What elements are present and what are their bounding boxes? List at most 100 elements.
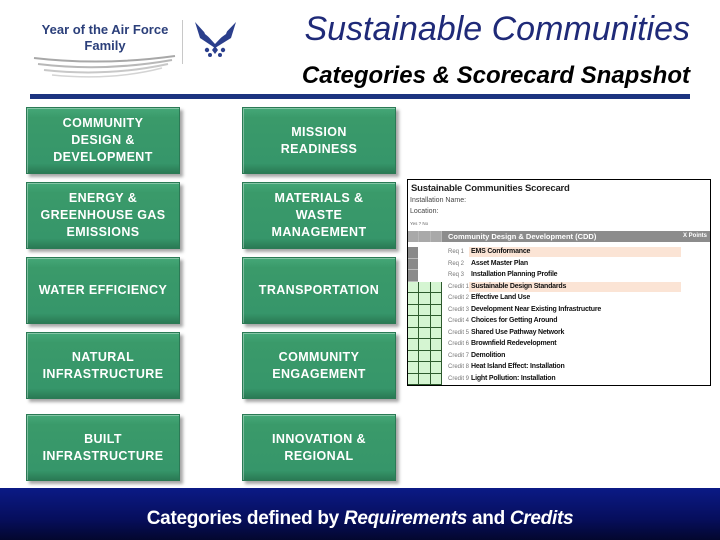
scorecard-row: Credit 1 Sustainable Design Standards (408, 281, 710, 293)
scorecard-row: Credit 3 Development Near Existing Infras… (408, 304, 710, 316)
row-name: Sustainable Design Standards (471, 282, 567, 290)
scorecard-snapshot: Sustainable Communities Scorecard Instal… (407, 179, 711, 386)
category-community-design: COMMUNITY DESIGN & DEVELOPMENT (26, 107, 180, 174)
row-name: Asset Master Plan (471, 259, 528, 267)
row-code: Credit 9 (448, 375, 470, 382)
category-innovation-regional: INNOVATION & REGIONAL (242, 414, 396, 481)
no-cell (430, 281, 442, 293)
no-cell (430, 339, 442, 351)
maybe-cell (419, 327, 431, 339)
requirement-cell (408, 270, 418, 282)
row-code: Credit 8 (448, 364, 470, 370)
row-name: Shared Use Pathway Network (471, 328, 565, 336)
credit-cells (408, 316, 442, 328)
category-mission-readiness: MISSION READINESS (242, 107, 396, 174)
yes-cell (408, 373, 420, 385)
no-cell (430, 373, 442, 385)
scorecard-title: Sustainable Communities Scorecard (411, 183, 570, 194)
row-code: Req 1 (448, 249, 465, 255)
category-community-engagement: COMMUNITY ENGAGEMENT (242, 332, 396, 399)
maybe-cell (419, 304, 431, 316)
no-cell (430, 316, 442, 328)
category-points: X Points (682, 233, 707, 239)
row-code: Credit 3 (448, 306, 470, 313)
title-underline (30, 94, 690, 99)
air-force-emblem-icon (195, 22, 236, 57)
row-name: Light Pollution: Installation (471, 374, 556, 382)
yes-cell (408, 281, 420, 293)
yes-maybe-no-header: Yes ? No (410, 221, 429, 226)
yes-cell (408, 327, 420, 339)
maybe-cell (419, 293, 431, 305)
maybe-cell (419, 362, 431, 374)
no-cell (430, 362, 442, 374)
location-label: Location: (410, 208, 439, 215)
scorecard-row: Req 2 Asset Master Plan (408, 258, 710, 270)
category-transportation: TRANSPORTATION (242, 257, 396, 324)
yes-cell (408, 350, 420, 362)
scorecard-row: Req 1 EMS Conformance (408, 247, 710, 259)
maybe-cell (419, 373, 431, 385)
category-header-label: Community Design & Development (CDD) (448, 232, 597, 241)
row-code: Credit 1 (448, 283, 470, 290)
row-name: EMS Conformance (471, 248, 531, 255)
scorecard-row: Credit 8 Heat Island Effect: Installation (408, 362, 710, 374)
credit-cells (408, 350, 442, 362)
no-cell (430, 293, 442, 305)
requirement-cell (408, 258, 418, 270)
row-code: Req 2 (448, 260, 465, 267)
category-header-cells (408, 231, 442, 242)
yes-cell (408, 293, 420, 305)
scorecard-row: Credit 7 Demolition (408, 350, 710, 362)
scorecard-row: Req 3 Installation Planning Profile (408, 270, 710, 282)
yes-cell (408, 316, 420, 328)
logo-divider (182, 20, 183, 64)
footer-text-part: Categories defined by (146, 508, 344, 529)
category-water-efficiency: WATER EFFICIENCY (26, 257, 180, 324)
footer-banner: Categories defined by Requirements and C… (0, 488, 720, 540)
year-of-air-force-family-logo: Year of the Air Force Family (41, 22, 169, 53)
row-code: Credit 7 (448, 352, 470, 359)
footer-text-part: and (467, 508, 510, 529)
category-built-infrastructure: BUILT INFRASTRUCTURE (26, 414, 180, 481)
row-name: Development Near Existing Infrastructure (471, 305, 602, 313)
page-title: Sustainable Communities (304, 10, 690, 48)
footer-credits: Credits (509, 508, 574, 529)
no-cell (430, 350, 442, 362)
row-code: Credit 5 (448, 329, 470, 336)
yes-cell (408, 304, 420, 316)
row-name: Heat Island Effect: Installation (471, 363, 565, 370)
page-subtitle: Categories & Scorecard Snapshot (301, 62, 690, 89)
scorecard-row: Credit 2 Effective Land Use (408, 293, 710, 305)
credit-cells (408, 304, 442, 316)
maybe-cell (419, 350, 431, 362)
no-cell (430, 327, 442, 339)
maybe-cell (419, 316, 431, 328)
requirement-cell (408, 247, 418, 259)
yes-cell (408, 362, 420, 374)
credit-cells (408, 339, 442, 351)
swoosh-lines-icon (33, 55, 176, 78)
row-name: Brownfield Redevelopment (471, 340, 557, 347)
credit-cells (408, 362, 442, 374)
row-name: Effective Land Use (471, 294, 531, 301)
credit-cells (408, 281, 442, 293)
row-name: Demolition (471, 351, 506, 359)
no-cell (430, 304, 442, 316)
footer-requirements: Requirements (343, 508, 468, 529)
scorecard-row: Credit 6 Brownfield Redevelopment (408, 339, 710, 351)
category-natural-infrastructure: NATURAL INFRASTRUCTURE (26, 332, 180, 399)
maybe-cell (419, 281, 431, 293)
installation-name-label: Installation Name: (410, 197, 467, 204)
credit-cells (408, 327, 442, 339)
credit-cells (408, 373, 442, 385)
scorecard-row: Credit 5 Shared Use Pathway Network (408, 327, 710, 339)
credit-cells (408, 293, 442, 305)
footer-caption: Categories defined by Requirements and C… (0, 508, 720, 530)
row-name: Choices for Getting Around (471, 317, 558, 324)
row-code: Credit 4 (448, 318, 470, 324)
category-materials-waste: MATERIALS & WASTE MANAGEMENT (242, 182, 396, 249)
yes-cell (408, 339, 420, 351)
row-code: Credit 6 (448, 341, 470, 347)
maybe-cell (419, 339, 431, 351)
